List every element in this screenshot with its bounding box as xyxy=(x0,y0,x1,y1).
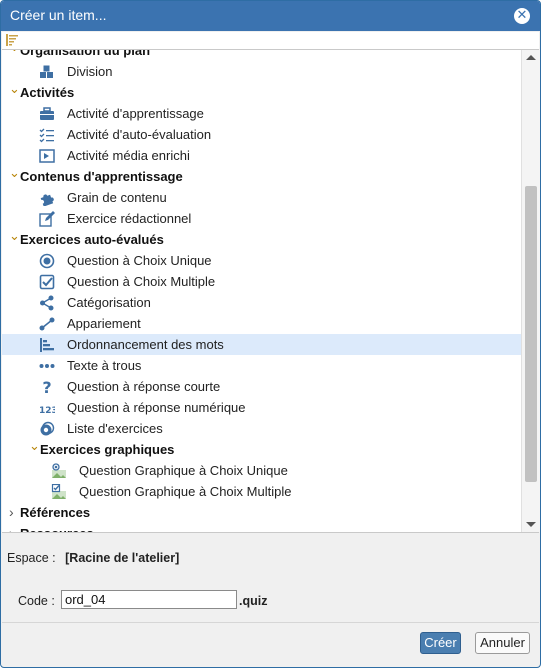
tree-group-row[interactable]: ›Ressources xyxy=(2,523,521,532)
tree-group-row[interactable]: ⌄ Activités xyxy=(2,81,521,103)
tree-group-label: Références xyxy=(20,505,91,520)
tree-item-label: Question Graphique à Choix Multiple xyxy=(79,484,292,499)
question-icon: ? xyxy=(42,379,51,395)
tree-item-label: Grain de contenu xyxy=(67,190,167,205)
scroll-up-icon[interactable] xyxy=(526,55,536,60)
tree-group-row[interactable]: › Références xyxy=(2,502,521,523)
tree-item-row[interactable]: Question à Choix Multiple xyxy=(2,271,521,292)
puzzle-icon xyxy=(40,194,54,206)
tree-group-row[interactable]: ⌄ Contenus d'apprentissage xyxy=(2,165,521,187)
layers-icon xyxy=(40,421,55,436)
tree-item-row[interactable]: Activité d'apprentissage xyxy=(2,103,521,124)
code-suffix: .quiz xyxy=(239,594,268,608)
chevron-right-icon[interactable]: › xyxy=(9,502,19,523)
chevron-down-icon[interactable]: ⌄ xyxy=(29,435,40,456)
tree-item-row[interactable]: Division xyxy=(2,61,521,82)
tree-item-label: Appariement xyxy=(67,316,141,331)
code-label: Code : xyxy=(18,594,55,608)
tree-item-label: Question à Choix Unique xyxy=(67,253,212,268)
tree-item-row[interactable]: Question à Choix Unique xyxy=(2,250,521,271)
tree-item-row[interactable]: Question Graphique à Choix Multiple xyxy=(2,481,521,502)
tree-item-label: Exercice rédactionnel xyxy=(67,211,192,226)
tree-item-row[interactable]: Texte à trous xyxy=(2,355,521,376)
tree-group-row[interactable]: ⌄ Exercices graphiques xyxy=(2,438,521,460)
tree-toolbar xyxy=(2,32,539,50)
tree-group-label: Contenus d'apprentissage xyxy=(20,169,183,184)
tree-item-label: Question à réponse numérique xyxy=(67,400,246,415)
tree-item-row[interactable]: Ordonnancement des mots xyxy=(2,334,521,355)
tree-group-row[interactable]: ⌄Organisation du plan xyxy=(2,50,521,61)
space-value: [Racine de l'atelier] xyxy=(65,551,180,565)
tree-group-label: Ressources xyxy=(20,523,94,532)
tree-item-row[interactable]: ? Question à réponse courte xyxy=(2,376,521,397)
tree-item-row[interactable]: Catégorisation xyxy=(2,292,521,313)
briefcase-icon xyxy=(40,107,54,120)
tree-item-row[interactable]: Appariement xyxy=(2,313,521,334)
tree-item-label: Question à réponse courte xyxy=(67,379,221,394)
chevron-right-icon[interactable]: › xyxy=(9,523,19,532)
tree-item-row[interactable]: Question Graphique à Choix Unique xyxy=(2,460,521,481)
tree-scrollbar[interactable] xyxy=(521,50,540,532)
scroll-thumb[interactable] xyxy=(525,186,537,482)
close-icon[interactable]: ✕ xyxy=(514,8,530,24)
dialog-title: Créer un item... xyxy=(10,7,107,23)
tree-item-label: Activité média enrichi xyxy=(67,148,190,163)
tree-item-row[interactable]: Exercice rédactionnel xyxy=(2,208,521,229)
tree-item-label: Liste d'exercices xyxy=(67,421,163,436)
media-play-icon xyxy=(39,149,55,163)
tree-item-row[interactable]: Grain de contenu xyxy=(2,187,521,208)
link-nodes-icon xyxy=(39,317,55,331)
dialog-titlebar[interactable]: Créer un item... ✕ xyxy=(1,1,540,31)
tree-group-label: Organisation du plan xyxy=(20,50,151,58)
tree-divider xyxy=(2,532,539,533)
share-icon xyxy=(40,295,54,311)
chevron-down-icon[interactable]: ⌄ xyxy=(9,50,20,57)
cancel-button[interactable]: Annuler xyxy=(475,632,530,654)
image-check-icon xyxy=(51,484,66,499)
code-input[interactable] xyxy=(61,590,237,609)
chevron-down-icon[interactable]: ⌄ xyxy=(9,162,20,183)
tree-item-row[interactable]: Liste d'exercices xyxy=(2,418,521,439)
cubes-icon xyxy=(40,65,53,78)
dots-icon xyxy=(39,364,55,368)
tree-item-label: Activité d'apprentissage xyxy=(67,106,204,121)
create-button[interactable]: Créer xyxy=(420,632,461,654)
svg-text:?: ? xyxy=(42,379,51,395)
tree-item-label: Activité d'auto-évaluation xyxy=(67,127,212,142)
chevron-down-icon[interactable]: ⌄ xyxy=(9,225,20,246)
tree-item-label: Ordonnancement des mots xyxy=(67,337,224,352)
tree-item-label: Question Graphique à Choix Unique xyxy=(79,463,288,478)
tree-item-label: Division xyxy=(67,64,113,79)
sort-bars-icon xyxy=(40,338,54,352)
footer-divider xyxy=(2,622,539,623)
sort-lines-icon[interactable] xyxy=(6,33,18,47)
radio-icon xyxy=(39,253,55,269)
space-row: Espace : [Racine de l'atelier] xyxy=(7,551,179,565)
scroll-down-icon[interactable] xyxy=(526,522,536,527)
tree-item-row[interactable]: Activité d'auto-évaluation xyxy=(2,124,521,145)
space-label: Espace : xyxy=(7,551,56,565)
svg-text:123: 123 xyxy=(39,406,55,416)
create-item-dialog: Créer un item... ✕ ⌄Organisation du plan… xyxy=(0,0,541,668)
checkbox-icon xyxy=(39,274,55,290)
tree-group-label: Activités xyxy=(20,85,75,100)
tree-item-label: Question à Choix Multiple xyxy=(67,274,216,289)
pencil-square-icon xyxy=(39,211,55,227)
image-radio-icon xyxy=(52,463,66,478)
tree-item-row[interactable]: Activité média enrichi xyxy=(2,145,521,166)
tree-group-label: Exercices graphiques xyxy=(40,442,175,457)
chevron-down-icon[interactable]: ⌄ xyxy=(9,78,20,99)
tree-item-label: Texte à trous xyxy=(67,358,142,373)
numbers-icon: 123 xyxy=(39,406,55,416)
tree-group-label: Exercices auto-évalués xyxy=(20,232,164,247)
tree-item-row[interactable]: 123 Question à réponse numérique xyxy=(2,397,521,418)
tree-group-row[interactable]: ⌄ Exercices auto-évalués xyxy=(2,228,521,250)
item-type-tree: ⌄Organisation du planDivision⌄ActivitésA… xyxy=(2,50,521,532)
tree-item-label: Catégorisation xyxy=(67,295,151,310)
checklist-icon xyxy=(39,128,54,143)
